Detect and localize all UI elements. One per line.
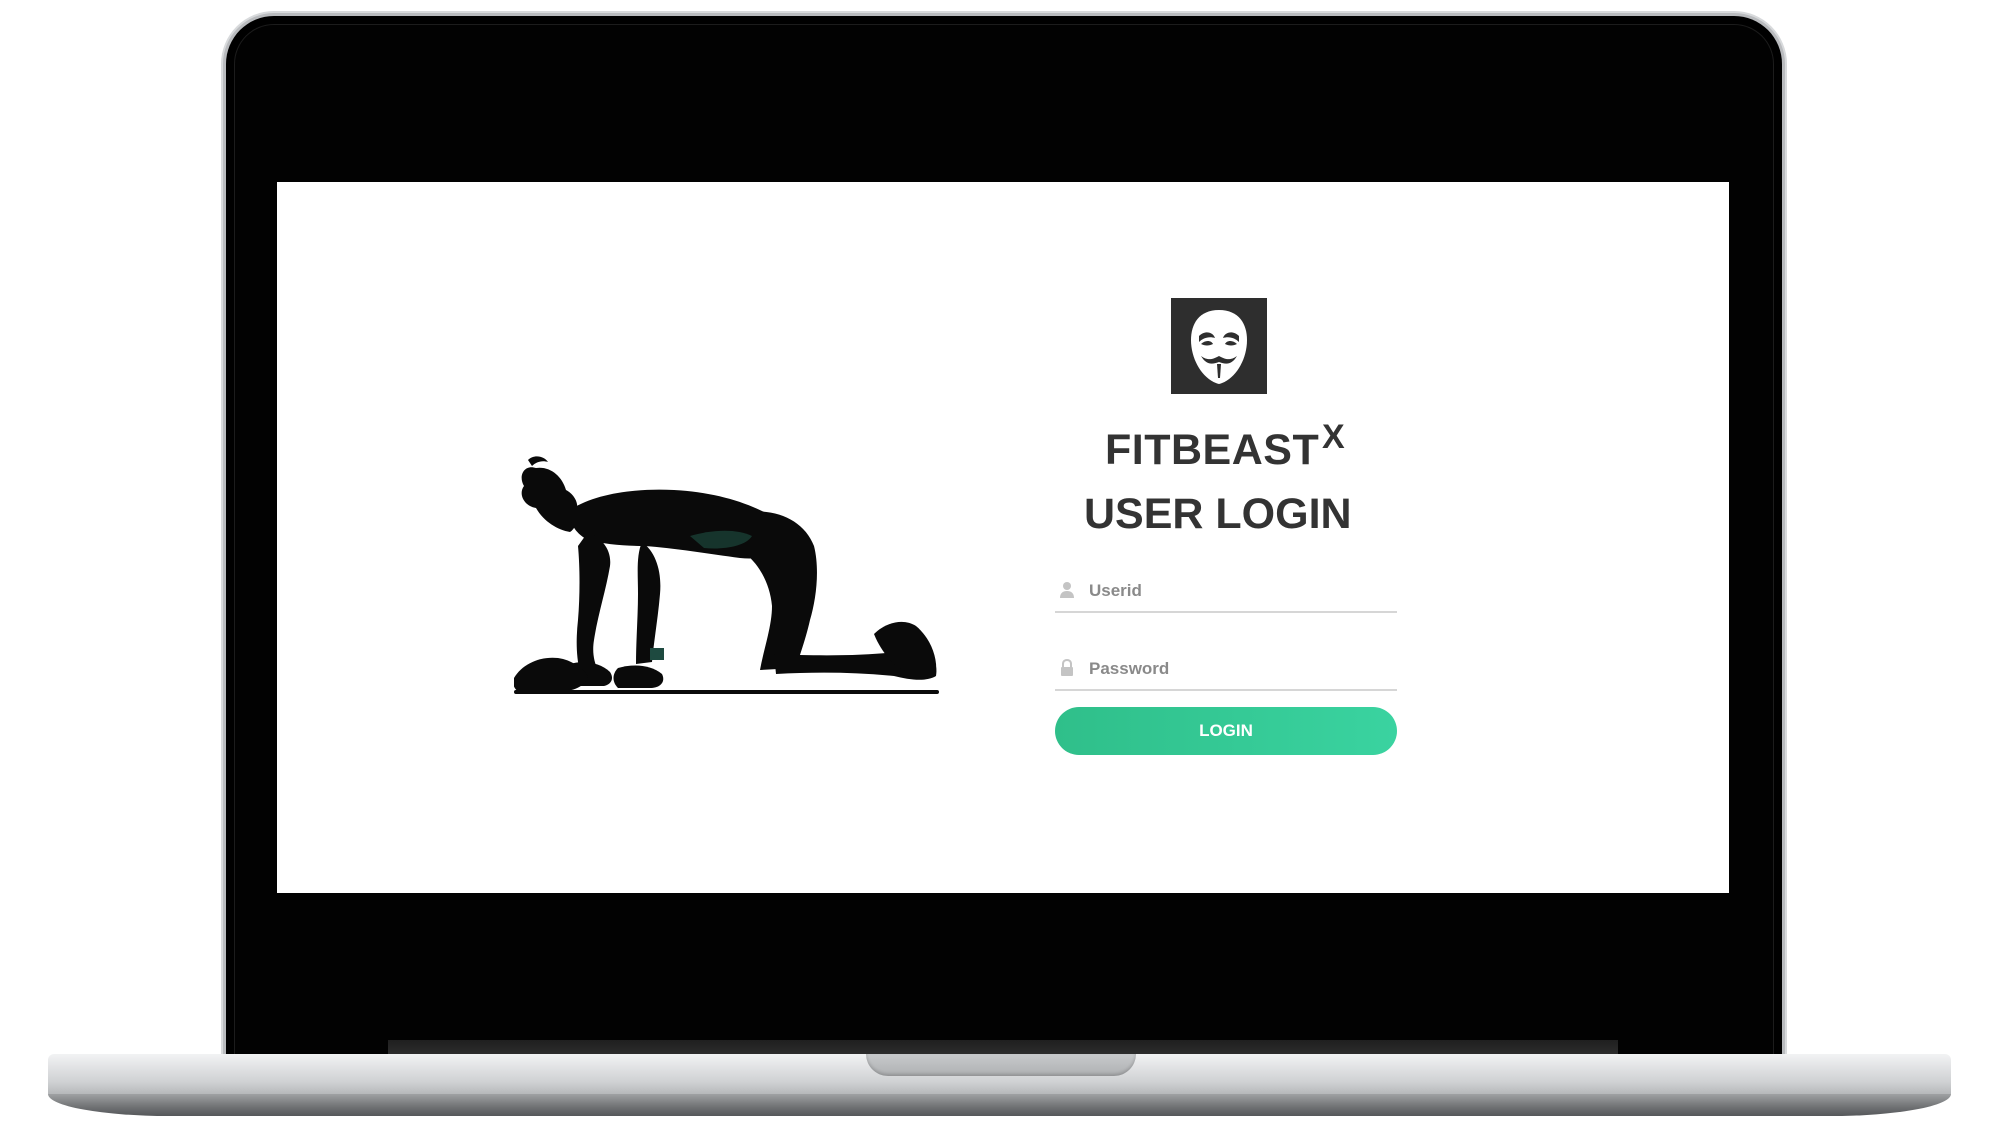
login-heading: USER LOGIN	[1084, 490, 1352, 538]
laptop-base-edge	[48, 1094, 1951, 1116]
user-icon	[1060, 582, 1074, 598]
brand-title: FITBEAST	[1105, 426, 1320, 474]
laptop-hinge	[388, 1040, 1618, 1054]
laptop-notch	[866, 1054, 1136, 1076]
guy-fawkes-mask-icon	[1171, 298, 1267, 394]
password-field	[1055, 651, 1397, 691]
login-button[interactable]: LOGIN	[1055, 707, 1397, 755]
lock-icon	[1061, 659, 1073, 676]
login-screen: FITBEAST X USER LOGIN LOGIN	[277, 182, 1729, 893]
title-row: FITBEAST X	[1055, 420, 1397, 482]
userid-input[interactable]	[1087, 575, 1391, 607]
password-input[interactable]	[1087, 653, 1391, 685]
fitness-silhouette-image	[514, 456, 939, 694]
userid-field	[1055, 573, 1397, 613]
page: FITBEAST X USER LOGIN LOGIN	[0, 0, 1997, 1148]
login-panel: FITBEAST X USER LOGIN LOGIN	[1055, 298, 1397, 755]
close-icon[interactable]: X	[1322, 420, 1345, 454]
